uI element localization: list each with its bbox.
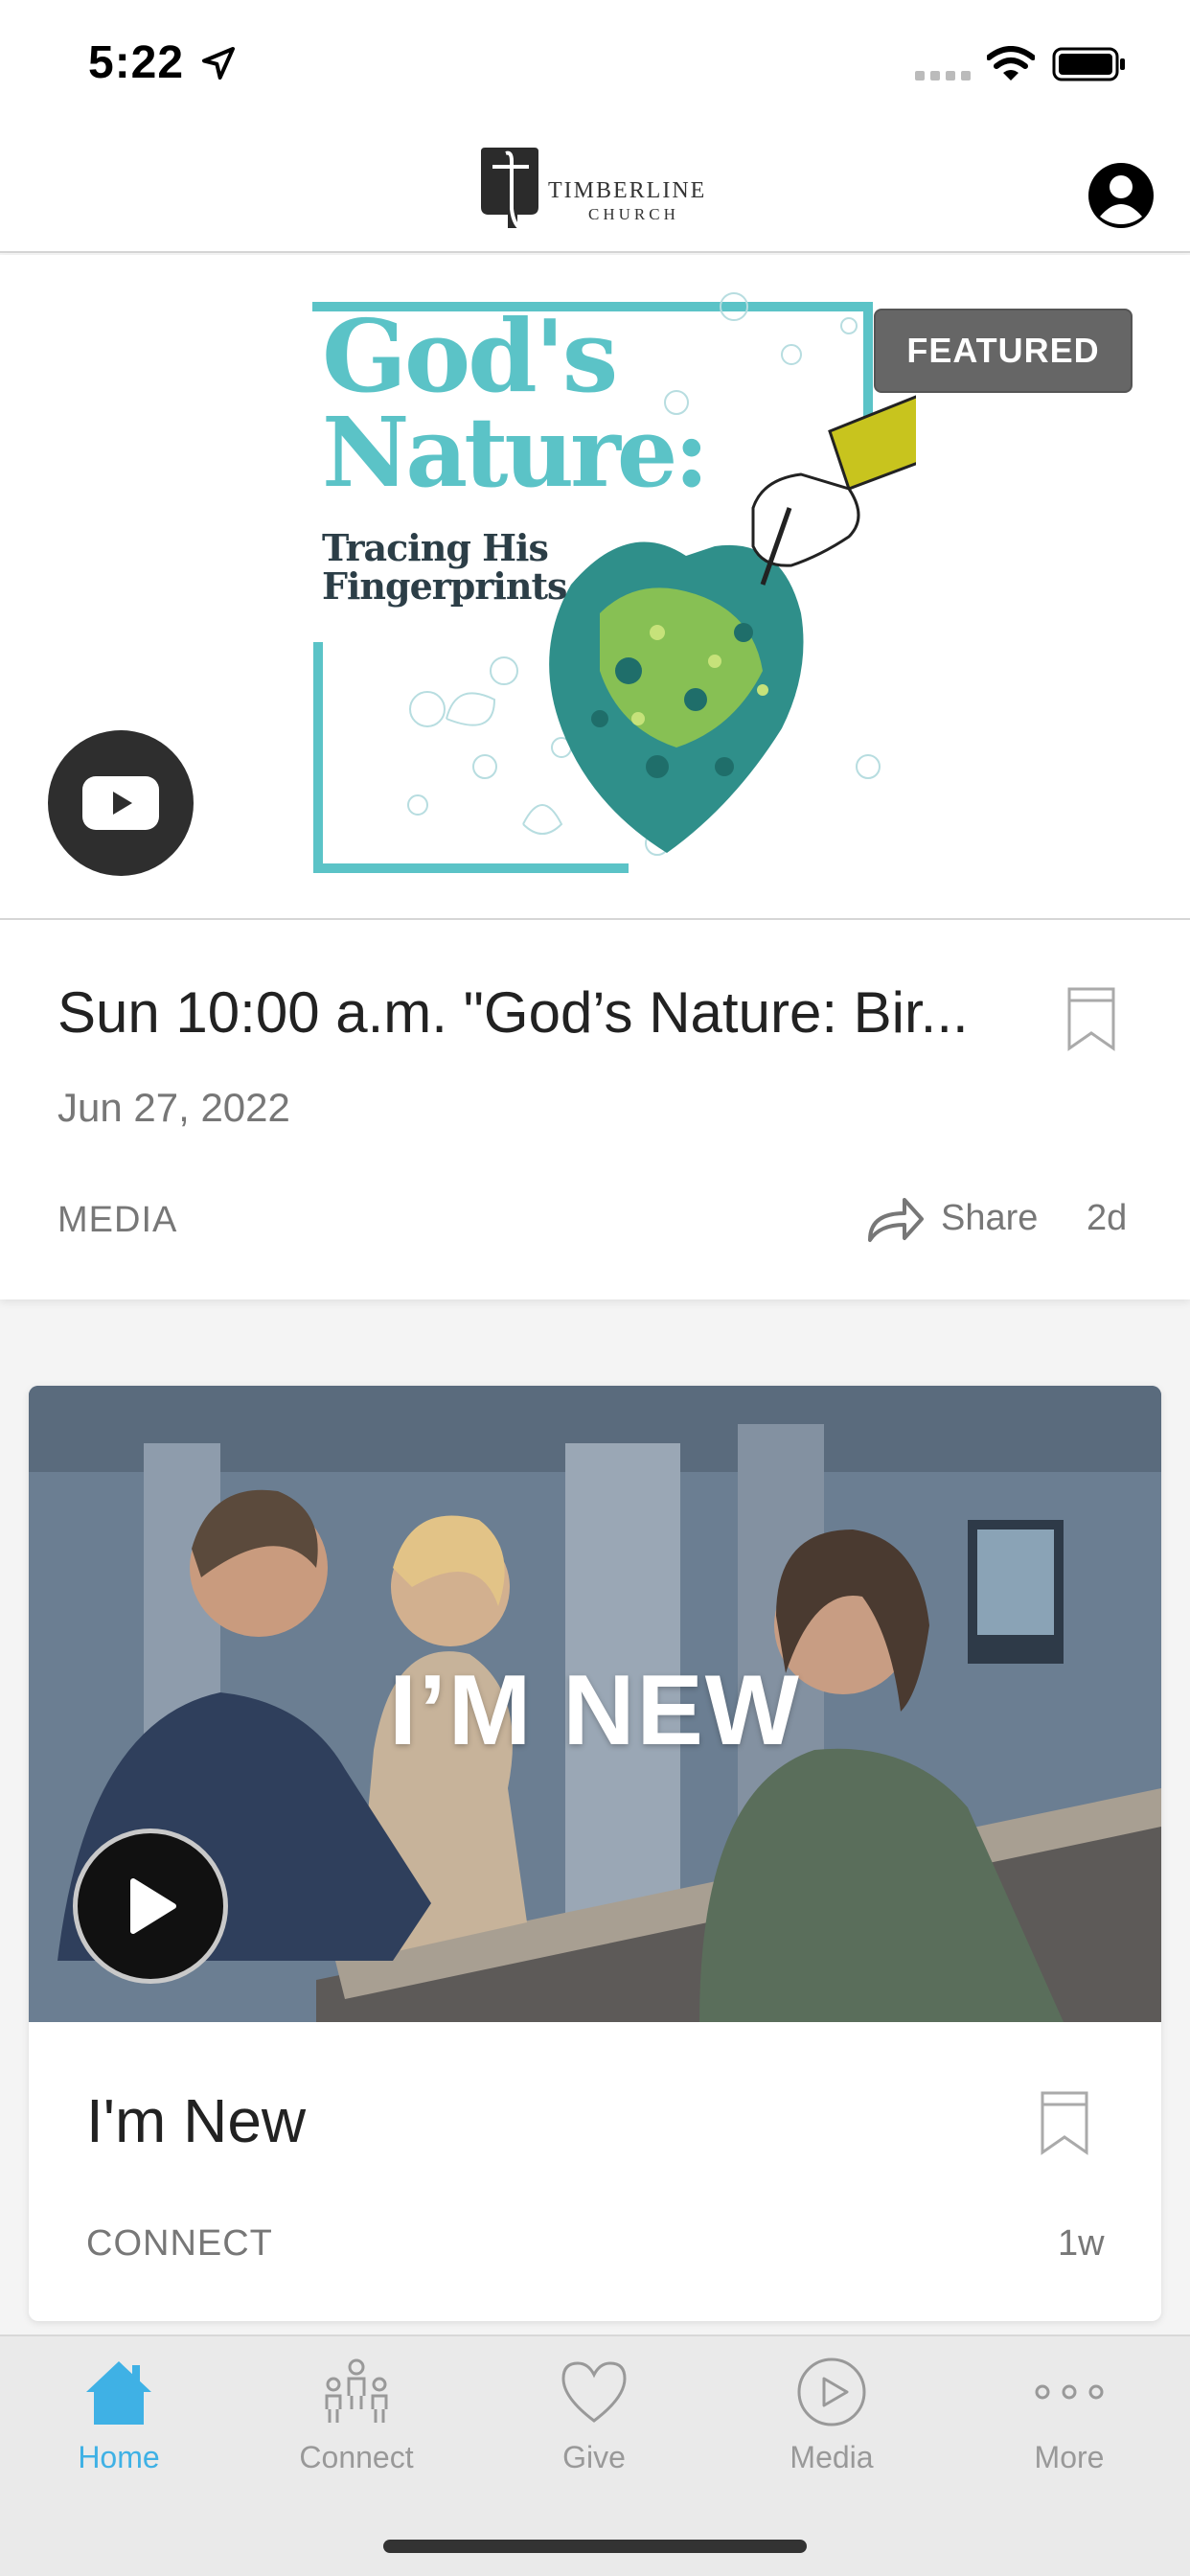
person-circle-icon[interactable] bbox=[1087, 161, 1156, 230]
featured-media[interactable]: God's Nature: Tracing His Fingerprints F… bbox=[0, 255, 1190, 920]
im-new-card[interactable]: I’M NEW I'm New CONNECT 1w bbox=[29, 1386, 1161, 2321]
status-time: 5:22 bbox=[88, 37, 185, 88]
tab-give[interactable]: Give bbox=[475, 2336, 713, 2490]
tab-label-connect: Connect bbox=[299, 2440, 414, 2474]
youtube-icon bbox=[82, 776, 159, 830]
logo-name: TIMBERLINE bbox=[548, 178, 707, 203]
tab-more[interactable]: More bbox=[950, 2336, 1188, 2490]
sermon-artwork: God's Nature: Tracing His Fingerprints bbox=[312, 268, 916, 910]
im-new-category: CONNECT bbox=[86, 2223, 273, 2264]
status-bar: 5:22 bbox=[0, 0, 1190, 126]
tab-label-more: More bbox=[1034, 2440, 1105, 2474]
location-arrow-icon bbox=[202, 47, 235, 80]
featured-card[interactable]: God's Nature: Tracing His Fingerprints F… bbox=[0, 255, 1190, 1300]
featured-badge: FEATURED bbox=[874, 309, 1133, 393]
tab-media[interactable]: Media bbox=[713, 2336, 950, 2490]
tab-label-give: Give bbox=[562, 2440, 626, 2474]
more-dots-icon bbox=[1035, 2384, 1104, 2400]
heart-icon bbox=[561, 2361, 627, 2423]
tab-label-media: Media bbox=[790, 2440, 874, 2474]
im-new-age: 1w bbox=[1058, 2223, 1105, 2264]
share-button[interactable]: Share bbox=[941, 1198, 1038, 1239]
home-icon bbox=[86, 2361, 151, 2425]
tab-connect[interactable]: Connect bbox=[238, 2336, 475, 2490]
cellular-signal-icon bbox=[915, 71, 971, 80]
artwork-subtitle: Tracing His Fingerprints bbox=[322, 526, 567, 608]
play-button[interactable] bbox=[73, 1828, 228, 1984]
logo-subtitle: CHURCH bbox=[588, 205, 679, 223]
wifi-icon bbox=[987, 46, 1035, 80]
share-icon[interactable] bbox=[866, 1194, 924, 1244]
youtube-button[interactable] bbox=[48, 730, 194, 876]
im-new-media[interactable]: I’M NEW bbox=[29, 1386, 1161, 2022]
play-circle-icon bbox=[797, 2358, 866, 2426]
featured-date: Jun 27, 2022 bbox=[57, 1085, 290, 1130]
featured-category: MEDIA bbox=[57, 1200, 178, 1240]
artwork-title-line-1: God's bbox=[322, 297, 618, 415]
people-icon bbox=[325, 2358, 388, 2423]
home-indicator[interactable] bbox=[383, 2540, 807, 2553]
bookmark-icon[interactable] bbox=[1065, 985, 1117, 1052]
bookmark-icon[interactable] bbox=[1039, 2089, 1090, 2156]
artwork-title-line-2: Nature: bbox=[322, 396, 709, 509]
im-new-overlay-text: I’M NEW bbox=[389, 1655, 801, 1766]
cross-logo-icon bbox=[481, 148, 538, 232]
tab-label-home: Home bbox=[78, 2440, 160, 2474]
battery-icon bbox=[1052, 47, 1125, 81]
church-logo[interactable]: TIMBERLINE CHURCH bbox=[479, 144, 719, 236]
tab-home[interactable]: Home bbox=[0, 2336, 238, 2490]
featured-age: 2d bbox=[1087, 1198, 1128, 1238]
im-new-title[interactable]: I'm New bbox=[86, 2085, 306, 2156]
play-icon bbox=[130, 1878, 176, 1934]
app-header: TIMBERLINE CHURCH bbox=[0, 126, 1190, 253]
featured-title[interactable]: Sun 10:00 a.m. "God’s Nature: Bir... bbox=[57, 979, 996, 1046]
